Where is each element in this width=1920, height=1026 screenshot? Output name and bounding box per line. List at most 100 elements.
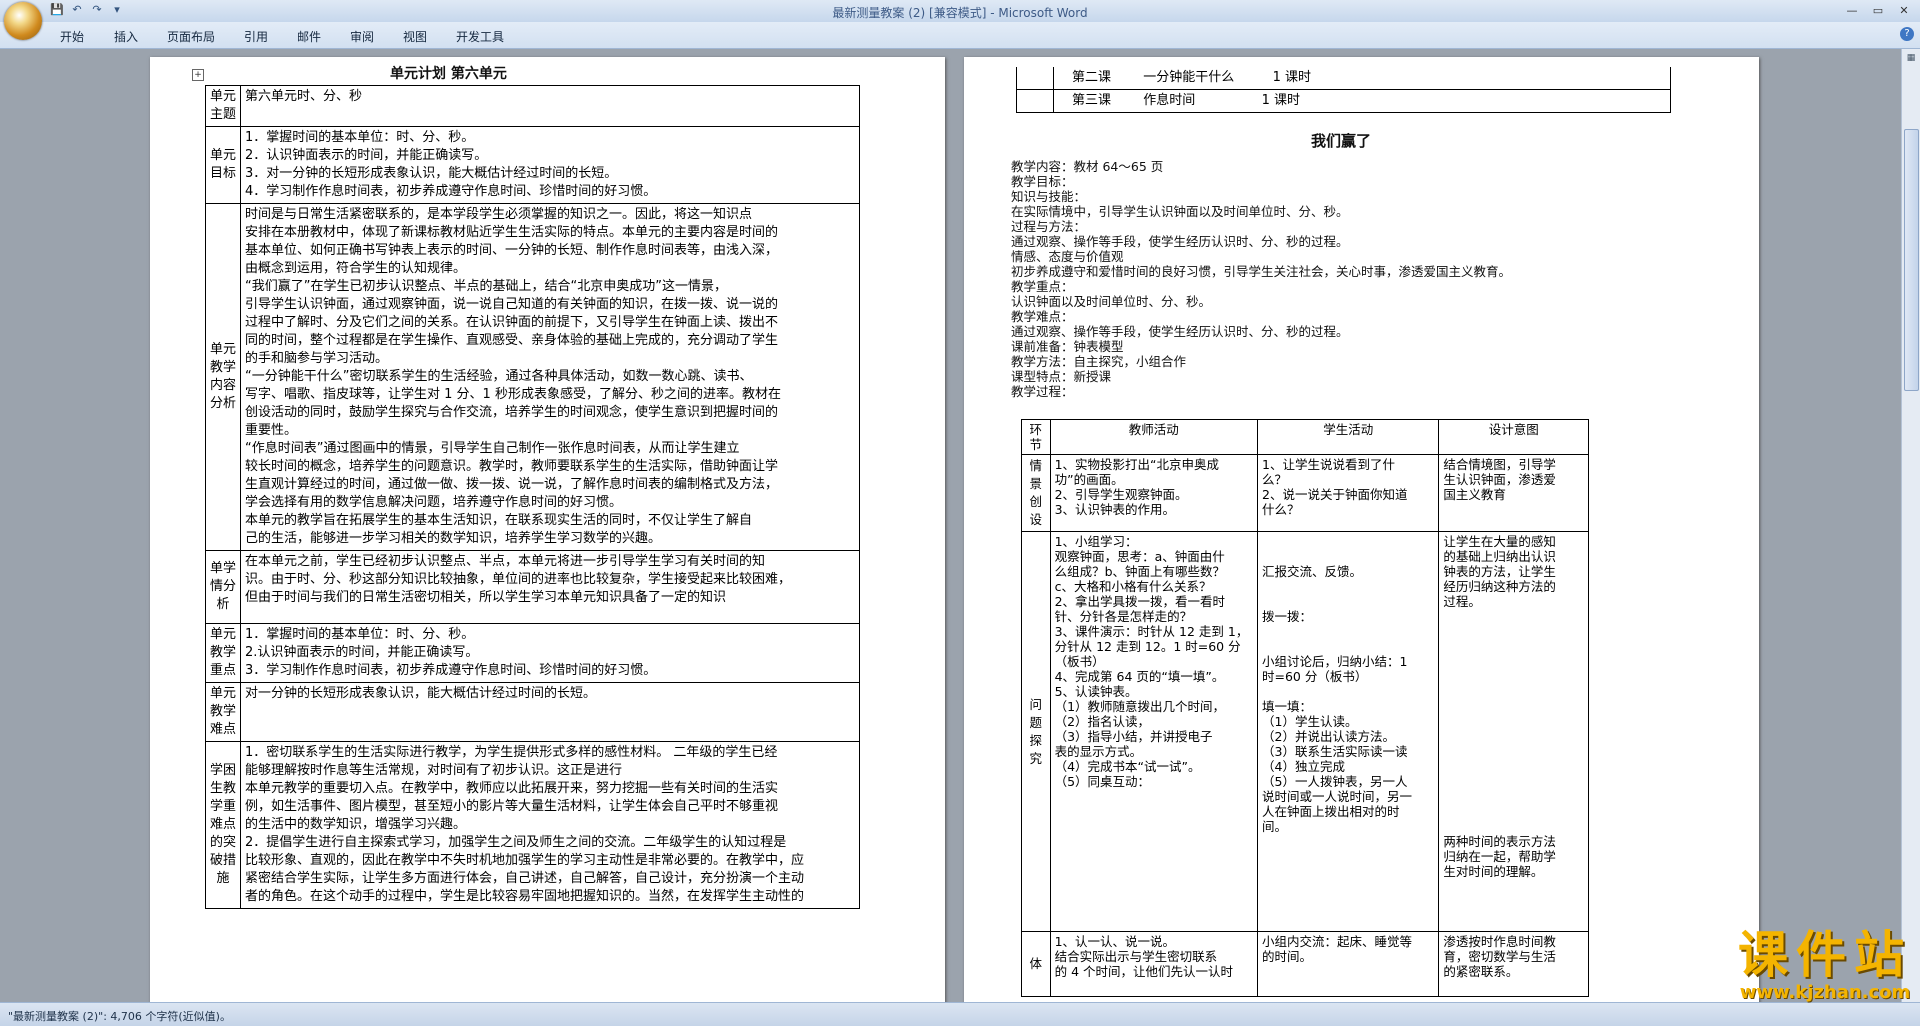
plan-line: 教学目标： xyxy=(1011,174,1074,189)
cell-line xyxy=(1443,819,1584,834)
plan-line: 教学重点： xyxy=(1011,279,1074,294)
tab-page-layout[interactable]: 页面布局 xyxy=(167,28,215,45)
table-row: 体 1、认一认、说一说。 结合实际出示与学生密切联系的 4 个时间，让他们先认一认时… xyxy=(1021,931,1589,997)
student-activity-cell: 汇报交流、反馈。 拨一拨： 小组讨论后，归纳小结：1 时=60 分（板书） 填一填： （1… xyxy=(1256,531,1440,932)
cell-line xyxy=(1443,699,1584,714)
row-label: 单元主题 xyxy=(205,85,241,127)
status-bar: "最新测量教案 (2)": 4,706 个字符(近似值)。 xyxy=(0,1002,1920,1026)
cell-line: （4）完成书本“试一试”。 xyxy=(1054,759,1201,774)
cell-line: 拨一拨： xyxy=(1262,609,1313,624)
minimize-button[interactable]: — xyxy=(1840,2,1864,19)
content-line: 4．学习制作作息时间表，初步养成遵守作息时间、珍惜时间的好习惯。 xyxy=(245,184,657,199)
vertical-scrollbar[interactable]: ▦ xyxy=(1901,49,1920,1002)
cell-line xyxy=(1262,579,1434,594)
cell-line: c、大格和小格有什么关系？ xyxy=(1054,579,1212,594)
row-label: 单元目标 xyxy=(205,126,241,204)
content-line: 2．认识钟面表示的时间，并能正确读写。 xyxy=(245,148,488,163)
cell-line: （5）一人拨钟表，另一人 xyxy=(1262,774,1408,789)
cell-line: （板书） xyxy=(1054,654,1105,669)
cell-line: 表的显示方式。 xyxy=(1054,744,1143,759)
title-bar: 💾 ↶ ↷ ▾ 最新测量教案 (2) [兼容模式] - Microsoft Wo… xyxy=(0,0,1920,40)
cell-line: 观察钟面，思考：a、钟面由什 xyxy=(1054,549,1225,564)
cell-line xyxy=(1443,684,1584,699)
plan-line: 知识与技能： xyxy=(1011,189,1087,204)
tab-references[interactable]: 引用 xyxy=(244,28,268,45)
cell-line xyxy=(1443,789,1584,804)
column-header: 学生活动 xyxy=(1256,419,1440,455)
content-line: 1．掌握时间的基本单位：时、分、秒。 xyxy=(245,130,475,145)
table-row: 单元主题 第六单元时、分、秒 xyxy=(205,85,860,127)
content-line: 本单元教学的重要切入点。在教学中，教师应以此拓展开来，努力挖掘一些有关时间的生活… xyxy=(245,781,779,796)
cell-line xyxy=(1443,729,1584,744)
content-line: 学会选择有用的数学信息解决问题，培养遵守作息时间的好习惯。 xyxy=(245,495,623,510)
tab-home[interactable]: 开始 xyxy=(60,28,84,45)
plan-line: 情感、态度与价值观 xyxy=(1011,249,1124,264)
word-count-status: "最新测量教案 (2)": 4,706 个字符(近似值)。 xyxy=(8,1010,231,1023)
content-line: 的手和脑参与学习活动。 xyxy=(245,351,389,366)
content-line: 较长时间的概念，培养学生的问题意识。教学时，教师要联系学生的生活实际，借助钟面让… xyxy=(245,459,779,474)
plan-line: 教学过程： xyxy=(1011,384,1074,399)
cell-line: 么？ xyxy=(1262,472,1288,487)
column-header: 教师活动 xyxy=(1049,419,1259,455)
cell-line: 间。 xyxy=(1262,819,1288,834)
cell-line: 2、说一说关于钟面你知道 xyxy=(1262,487,1408,502)
intent-activity-cell: 渗透按时作息时间教 育，密切数学与生活 的紧密联系。 xyxy=(1438,931,1589,997)
cell-line xyxy=(1262,534,1434,549)
plan-line: 教学内容：教材 64～65 页 xyxy=(1011,159,1164,174)
plan-line: 初步养成遵守和爱惜时间的良好习惯，引导学生关注社会，关心时事，渗透爱国主义教育。 xyxy=(1011,264,1512,279)
document-area[interactable]: + 单元计划 第六单元 单元主题 第六单元时、分、秒 单元目标 1．掌握时间的基本单位… xyxy=(0,49,1900,1002)
cell-line: 渗透按时作息时间教 xyxy=(1443,934,1556,949)
cell-line: 针、分针各是怎样走的？ xyxy=(1054,609,1193,624)
cell-line: 么组成？b、钟面上有哪些数？ xyxy=(1054,564,1226,579)
cell-line: 两种时间的表示方法 xyxy=(1443,834,1556,849)
table-row: 问题探究 1、小组学习： 观察钟面，思考：a、钟面由什 么组成？b、钟面上有哪些数？ c… xyxy=(1021,531,1589,932)
cell-line: 1、实物投影打出“北京申奥成 xyxy=(1054,457,1220,472)
cell-line: 的紧密联系。 xyxy=(1443,964,1519,979)
cell-line xyxy=(1443,759,1584,774)
close-button[interactable]: ✕ xyxy=(1892,2,1916,19)
content-line: “我们赢了”在学生已初步认识整点、半点的基础上，结合“北京申奥成功”这一情景， xyxy=(245,279,727,294)
plan-line: 过程与方法： xyxy=(1011,219,1087,234)
cell-line: 1、小组学习： xyxy=(1054,534,1138,549)
ruler-toggle-icon[interactable]: ▦ xyxy=(1905,53,1917,65)
table-move-handle-icon[interactable]: + xyxy=(192,69,204,81)
plan-line: 在实际情境中，引导学生认识钟面以及时间单位时、分、秒。 xyxy=(1011,204,1349,219)
content-line: 创设活动的同时，鼓励学生探究与合作交流，培养学生的时间观念，使学生意识到把握时间… xyxy=(245,405,779,420)
row-content: 在本单元之前，学生已经初步认识整点、半点，本单元将进一步引导学生学习有关时间的知… xyxy=(240,550,860,624)
cell-line xyxy=(1443,609,1584,624)
page-2[interactable]: 第二课 一分钟能干什么 1 课时 第三课 作息时间 1 课时 我们赢了 教学内容… xyxy=(964,57,1759,1002)
content-line: 2．提倡学生进行自主探索式学习，加强学生之间及师生之间的交流。二年级学生的认知过… xyxy=(245,835,787,850)
tab-developer[interactable]: 开发工具 xyxy=(456,28,504,45)
restore-button[interactable]: ▭ xyxy=(1866,2,1890,19)
scrollbar-thumb[interactable] xyxy=(1904,129,1919,391)
cell-line: 的时间。 xyxy=(1262,949,1313,964)
cell-line: 小组讨论后，归纳小结：1 xyxy=(1262,654,1408,669)
content-line: 同的时间，整个过程都是在学生操作、直观感受、亲身体验的基础上完成的，充分调动了学… xyxy=(245,333,779,348)
content-line: 的生活中的数学知识，增强学习兴趣。 xyxy=(245,817,467,832)
cell-line: 分针从 12 走到 12。1 时=60 分 xyxy=(1054,639,1241,654)
page-1[interactable]: + 单元计划 第六单元 单元主题 第六单元时、分、秒 单元目标 1．掌握时间的基本单位… xyxy=(150,57,945,1002)
row-label: 单元教学内容分析 xyxy=(205,203,241,551)
cell-line: 5、认读钟表。 xyxy=(1054,684,1138,699)
watermark-url: www.kjzhan.com xyxy=(1739,982,1911,1003)
content-line: 3．对一分钟的长短形成表象认识，能大概估计经过时间的长短。 xyxy=(245,166,618,181)
cell-line xyxy=(1443,774,1584,789)
tab-review[interactable]: 审阅 xyxy=(350,28,374,45)
content-line: 重要性。 xyxy=(245,423,298,438)
tab-insert[interactable]: 插入 xyxy=(114,28,138,45)
help-icon[interactable]: ? xyxy=(1900,27,1914,41)
cell-line: 结合情境图，引导学 xyxy=(1443,457,1556,472)
tab-mailings[interactable]: 邮件 xyxy=(297,28,321,45)
cell-line xyxy=(1443,669,1584,684)
cell-line: （1）学生认读。 xyxy=(1262,714,1358,729)
office-button[interactable] xyxy=(4,2,42,40)
lesson-hours: 1 课时 xyxy=(1272,70,1311,85)
cell-line: 人在钟面上拨出相对的时 xyxy=(1262,804,1400,819)
content-line: 3．学习制作作息时间表，初步养成遵守作息时间、珍惜时间的好习惯。 xyxy=(245,663,657,678)
lesson-heading: 我们赢了 xyxy=(1311,132,1372,150)
tab-view[interactable]: 视图 xyxy=(403,28,427,45)
cell-line: 结合实际出示与学生密切联系 xyxy=(1054,949,1218,964)
column-header: 设计意图 xyxy=(1438,419,1589,455)
table-row: 第三课 作息时间 1 课时 xyxy=(1016,89,1671,113)
table-row: 单学情分析 在本单元之前，学生已经初步认识整点、半点，本单元将进一步引导学生学习有… xyxy=(205,550,860,624)
